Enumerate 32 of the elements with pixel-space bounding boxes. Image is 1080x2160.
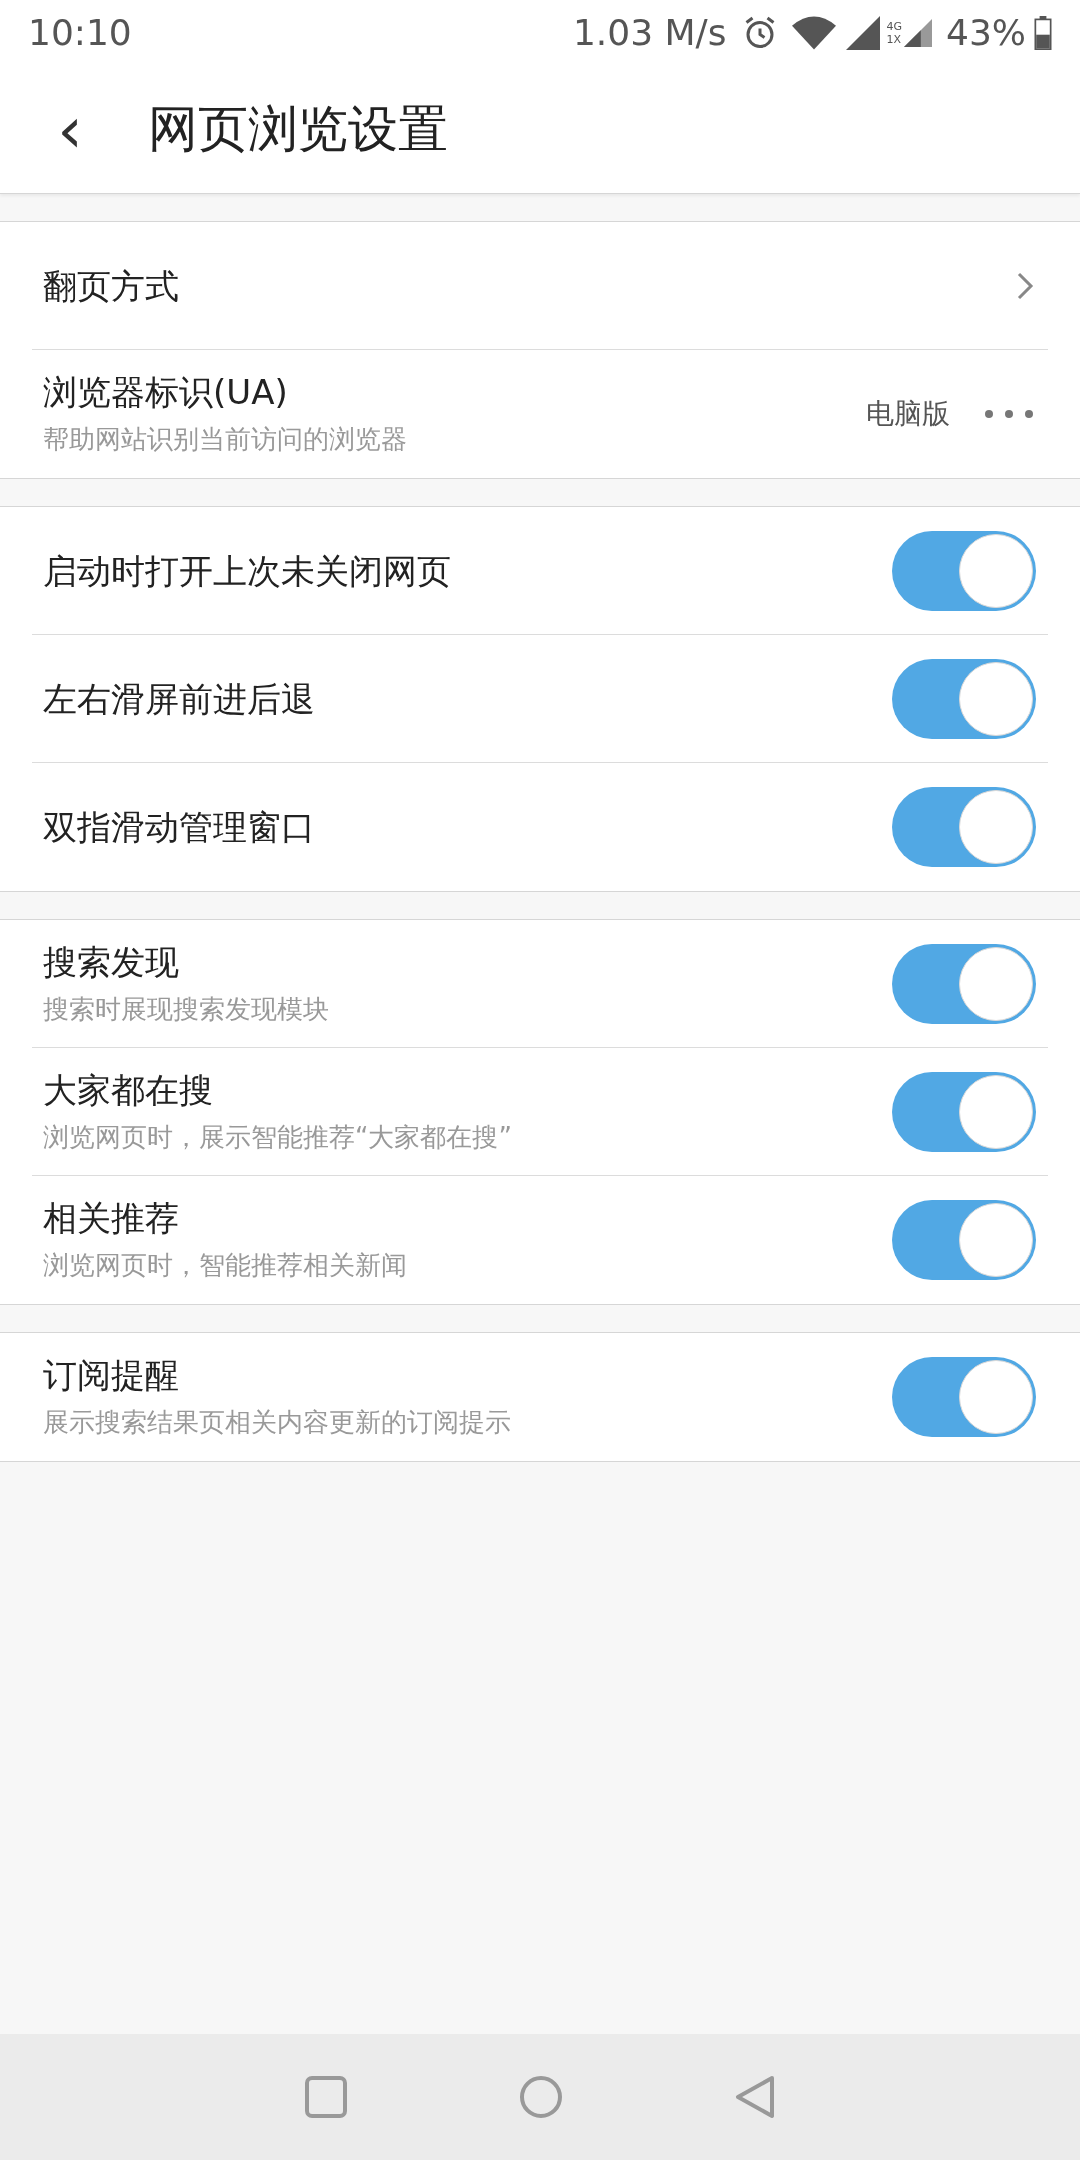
back-button[interactable]: ‹ [0,65,140,194]
status-time: 10:10 [28,11,132,55]
setting-label: 翻页方式 [43,264,180,308]
setting-label: 双指滑动管理窗口 [43,806,316,849]
network-speed: 1.03 M/s [572,11,727,55]
setting-label: 搜索发现 [43,940,180,984]
recent-apps-icon[interactable] [304,2075,348,2119]
setting-description: 展示搜索结果页相关内容更新的订阅提示 [43,1406,512,1439]
setting-label: 相关推荐 [43,1197,180,1240]
network-label: 1X [886,33,902,46]
setting-label: 浏览器标识(UA) [43,371,289,414]
setting-label: 左右滑屏前进后退 [43,677,316,721]
signal-icon [846,16,881,50]
chevron-right-icon [1016,270,1034,301]
wifi-icon [792,16,837,50]
settings-row[interactable]: 翻页方式 [32,222,1048,350]
setting-description: 浏览网页时，展示智能推荐“大家都在搜” [43,1120,513,1154]
home-icon[interactable] [518,2074,564,2120]
network-label: 4G [886,20,902,33]
settings-row[interactable]: 浏览器标识(UA) 帮助网站识别当前访问的浏览器 电脑版 [32,350,1048,478]
setting-label: 启动时打开上次未关闭网页 [43,549,452,593]
setting-label: 订阅提醒 [43,1354,180,1397]
battery-percent: 43% [946,11,1026,55]
setting-value: 电脑版 [866,396,950,432]
setting-description: 搜索时展现搜索发现模块 [43,992,330,1026]
setting-description: 浏览网页时，智能推荐相关新闻 [43,1249,408,1282]
battery-icon [1034,16,1052,50]
page-title: 网页浏览设置 [148,99,448,160]
setting-description: 帮助网站识别当前访问的浏览器 [43,423,408,456]
setting-label: 大家都在搜 [43,1068,214,1112]
back-icon[interactable] [734,2074,776,2120]
more-icon[interactable] [984,409,1034,419]
